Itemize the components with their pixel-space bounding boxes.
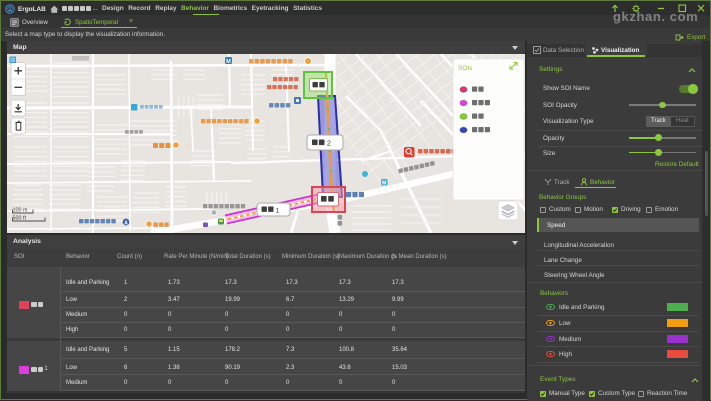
svg-text:1: 1 <box>276 208 280 215</box>
svg-text:M: M <box>226 59 231 65</box>
svg-text:A: A <box>124 221 128 227</box>
svg-text:SOIs: SOIs <box>458 65 473 72</box>
svg-text:M: M <box>382 181 386 187</box>
svg-text:2: 2 <box>327 141 331 148</box>
